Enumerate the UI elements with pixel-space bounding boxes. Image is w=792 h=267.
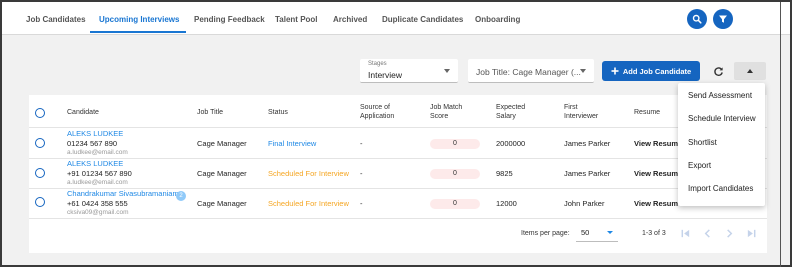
row-divider	[29, 158, 767, 159]
salary-cell: 9825	[496, 169, 513, 178]
row-divider	[29, 218, 767, 219]
duplicate-count-badge[interactable]: 2	[176, 191, 186, 201]
tab-archived[interactable]: Archived	[333, 15, 367, 24]
header-resume: Resume	[634, 109, 661, 116]
add-job-candidate-button[interactable]: Add Job Candidate	[602, 61, 700, 81]
items-per-page-select[interactable]: 50	[576, 222, 618, 242]
row-select-radio[interactable]	[35, 168, 45, 178]
header-divider	[29, 127, 767, 128]
interviewer-cell: James Parker	[564, 139, 611, 148]
page-range: 1-3 of 3	[642, 230, 666, 237]
source-cell: -	[360, 169, 363, 178]
interviewer-cell: James Parker	[564, 169, 611, 178]
header-score: Job Match Score	[430, 104, 463, 120]
candidate-phone: +91 01234 567 890	[67, 169, 132, 178]
tab-upcoming-interviews[interactable]: Upcoming Interviews	[99, 15, 179, 24]
source-cell: -	[360, 199, 363, 208]
tab-pending-feedback[interactable]: Pending Feedback	[194, 15, 265, 24]
row-select-radio[interactable]	[35, 138, 45, 148]
header-salary: Expected Salary	[496, 104, 526, 120]
add-job-candidate-label: Add Job Candidate	[622, 66, 692, 76]
job-match-score: 0	[430, 199, 480, 209]
candidate-name-link[interactable]: ALEKS LUDKEE	[67, 159, 123, 168]
filter-button[interactable]	[713, 9, 733, 29]
chevron-left-icon	[704, 228, 710, 238]
first-page-button[interactable]	[679, 227, 691, 239]
chevron-down-icon	[444, 69, 450, 73]
interviewer-cell: John Parker	[564, 199, 605, 208]
header-source: Source of Application	[360, 104, 395, 120]
stages-label: Stages	[368, 61, 387, 67]
refresh-button[interactable]	[710, 63, 726, 79]
salary-cell: 12000	[496, 199, 517, 208]
next-page-button[interactable]	[723, 227, 735, 239]
tab-talent-pool[interactable]: Talent Pool	[275, 15, 318, 24]
header-candidate: Candidate	[67, 109, 99, 116]
tab-job-candidates[interactable]: Job Candidates	[26, 15, 86, 24]
source-cell: -	[360, 139, 363, 148]
candidate-phone: +61 0424 358 555	[67, 199, 128, 208]
menu-item-shortlist[interactable]: Shortlist	[688, 138, 717, 147]
status-badge: Final Interview	[268, 139, 317, 148]
menu-item-export[interactable]: Export	[688, 161, 711, 170]
candidate-name-link[interactable]: Chandrakumar Sivasubramaniam	[67, 189, 179, 198]
items-per-page-label: Items per page:	[521, 230, 570, 237]
plus-icon	[611, 67, 619, 75]
header-interviewer: First Interviewer	[564, 104, 599, 120]
stages-value: Interview	[368, 70, 403, 80]
row-select-radio[interactable]	[35, 197, 45, 207]
view-resume-link[interactable]: View Resume	[634, 199, 682, 208]
chevron-up-icon	[747, 69, 753, 73]
status-badge: Scheduled For Interview	[268, 169, 349, 178]
candidate-name-link[interactable]: ALEKS LUDKEE	[67, 129, 123, 138]
stages-select[interactable]: Stages Interview	[360, 59, 458, 83]
candidate-email: a.ludkee@email.com	[67, 149, 128, 156]
last-page-icon	[747, 229, 755, 237]
job-match-score: 0	[430, 139, 480, 149]
job-title-value: Job Title: Cage Manager (...	[476, 67, 581, 77]
refresh-icon	[713, 66, 723, 76]
salary-cell: 2000000	[496, 139, 526, 148]
items-per-page-value: 50	[581, 228, 590, 237]
job-title-cell: Cage Manager	[197, 199, 247, 208]
actions-menu: Send Assessment Schedule Interview Short…	[678, 83, 765, 206]
active-tab-indicator	[90, 31, 186, 33]
select-all-radio[interactable]	[35, 108, 45, 118]
status-badge: Scheduled For Interview	[268, 199, 349, 208]
menu-item-send-assessment[interactable]: Send Assessment	[688, 91, 752, 100]
tab-onboarding[interactable]: Onboarding	[475, 15, 520, 24]
view-resume-link[interactable]: View Resume	[634, 139, 682, 148]
menu-item-import-candidates[interactable]: Import Candidates	[688, 184, 753, 193]
tab-bar: Job Candidates Upcoming Interviews Pendi…	[2, 2, 790, 35]
first-page-icon	[681, 229, 689, 237]
job-title-cell: Cage Manager	[197, 169, 247, 178]
candidate-phone: 01234 567 890	[67, 139, 118, 148]
candidate-email: a.ludkee@email.com	[67, 179, 128, 186]
collapse-actions-button[interactable]	[734, 62, 766, 80]
view-resume-link[interactable]: View Resume	[634, 169, 682, 178]
candidate-email: cksiva09@gmail.com	[67, 209, 129, 216]
job-title-cell: Cage Manager	[197, 139, 247, 148]
last-page-button[interactable]	[745, 227, 757, 239]
menu-item-schedule-interview[interactable]: Schedule Interview	[688, 114, 756, 123]
header-status: Status	[268, 109, 288, 116]
header-job-title: Job Title	[197, 109, 224, 116]
previous-page-button[interactable]	[701, 227, 713, 239]
chevron-down-icon	[580, 69, 586, 73]
chevron-down-icon	[607, 231, 613, 234]
tab-duplicate-candidates[interactable]: Duplicate Candidates	[382, 15, 463, 24]
window-edge	[780, 2, 781, 267]
job-title-select[interactable]: Job Title: Cage Manager (...	[468, 59, 594, 83]
search-icon	[692, 14, 702, 24]
search-button[interactable]	[687, 9, 707, 29]
filter-icon	[719, 15, 727, 23]
app-frame: Job Candidates Upcoming Interviews Pendi…	[0, 0, 792, 267]
job-match-score: 0	[430, 169, 480, 179]
chevron-right-icon	[726, 228, 732, 238]
